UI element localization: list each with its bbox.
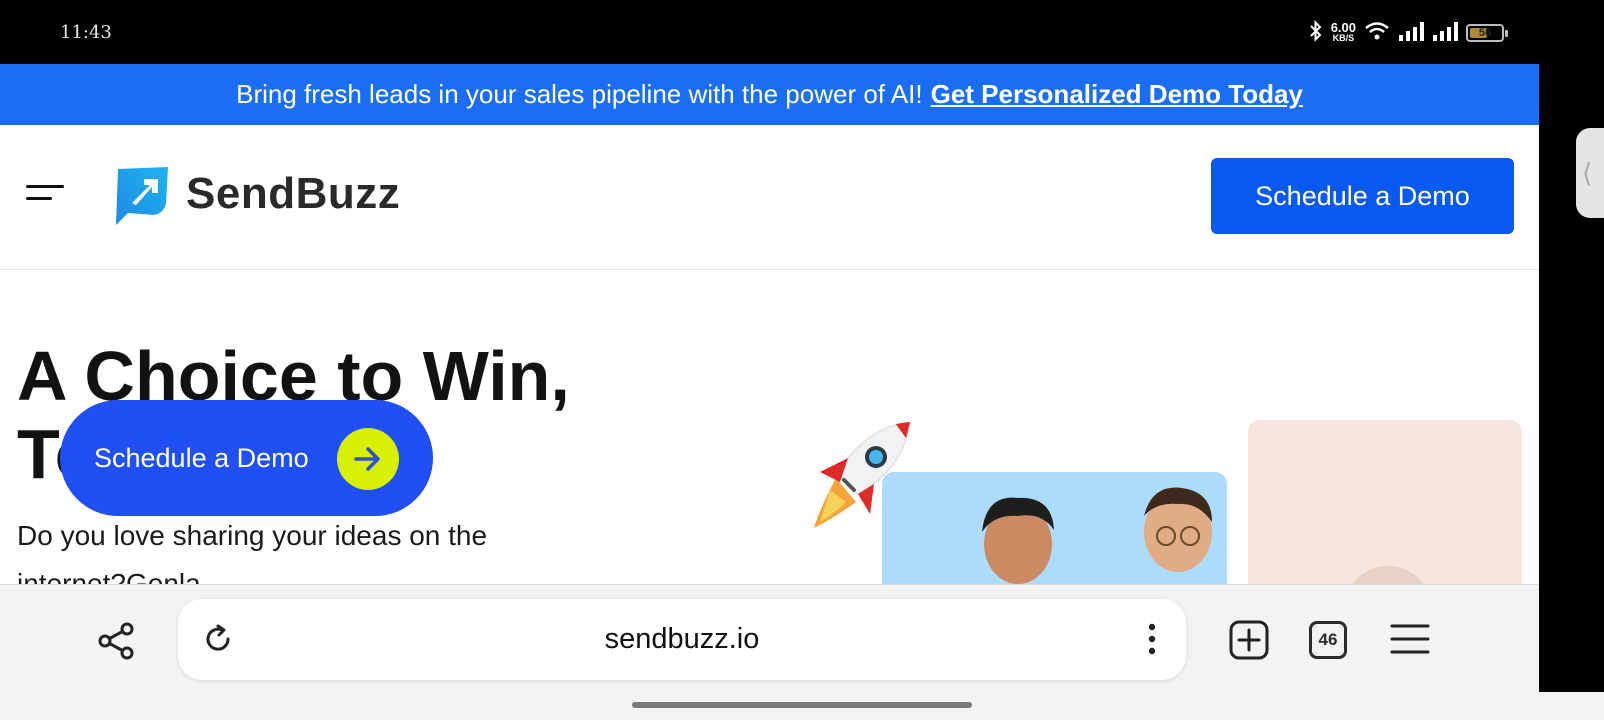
status-time: 11:43 [60, 22, 112, 43]
floating-cta-label: Schedule a Demo [94, 442, 309, 473]
signal-icon [1398, 21, 1424, 46]
share-icon[interactable] [96, 621, 136, 661]
screen: 11:43 6.00 KB/S 56 Bring fresh leads in … [0, 0, 1604, 720]
site-logo[interactable]: SendBuzz [114, 163, 400, 225]
menu-icon[interactable] [1389, 621, 1431, 657]
web-viewport: Bring fresh leads in your sales pipeline… [0, 64, 1539, 584]
logo-mark-icon [116, 167, 168, 225]
more-options-icon[interactable] [1140, 621, 1164, 657]
hero-photo-card [882, 472, 1227, 584]
promo-text: Bring fresh leads in your sales pipeline… [236, 79, 923, 109]
floating-schedule-demo-button[interactable]: Schedule a Demo [60, 400, 433, 516]
browser-toolbar: sendbuzz.io 46 [0, 584, 1539, 692]
url-text: sendbuzz.io [604, 623, 760, 655]
battery-nub [1505, 30, 1508, 37]
side-panel-handle[interactable]: ⟨ [1576, 128, 1604, 218]
logo-text: SendBuzz [186, 169, 401, 218]
home-indicator[interactable] [632, 702, 972, 708]
hero-illustration [800, 418, 1539, 584]
wifi-icon [1364, 21, 1390, 46]
arrow-right-icon [337, 428, 399, 490]
hamburger-menu-icon[interactable] [26, 183, 66, 207]
promo-link[interactable]: Get Personalized Demo Today [931, 79, 1303, 110]
status-bar: 11:43 6.00 KB/S 56 [0, 0, 1604, 64]
new-tab-icon[interactable] [1228, 619, 1270, 661]
site-header: SendBuzz Schedule a Demo [0, 125, 1539, 270]
signal-icon [1432, 21, 1458, 46]
rocket-icon [814, 421, 911, 528]
hero-photo-card [1248, 420, 1522, 584]
hero-description: Do you love sharing your ideas on the in… [17, 520, 488, 584]
status-icons: 6.00 KB/S 56 [1309, 19, 1508, 47]
network-speed-unit: KB/S [1332, 33, 1355, 43]
person-photo [982, 487, 1212, 584]
promo-banner: Bring fresh leads in your sales pipeline… [0, 64, 1539, 125]
address-bar[interactable]: sendbuzz.io [178, 599, 1186, 680]
network-speed-value: 6.00 [1330, 20, 1356, 35]
battery-percent: 56 [1478, 27, 1492, 39]
bluetooth-icon [1309, 19, 1323, 47]
tabs-count-button[interactable]: 46 [1309, 621, 1347, 659]
battery-icon: 56 [1466, 24, 1508, 42]
network-speed: 6.00 KB/S [1330, 20, 1356, 43]
person-photo [1352, 566, 1424, 584]
schedule-demo-button[interactable]: Schedule a Demo [1211, 158, 1514, 234]
